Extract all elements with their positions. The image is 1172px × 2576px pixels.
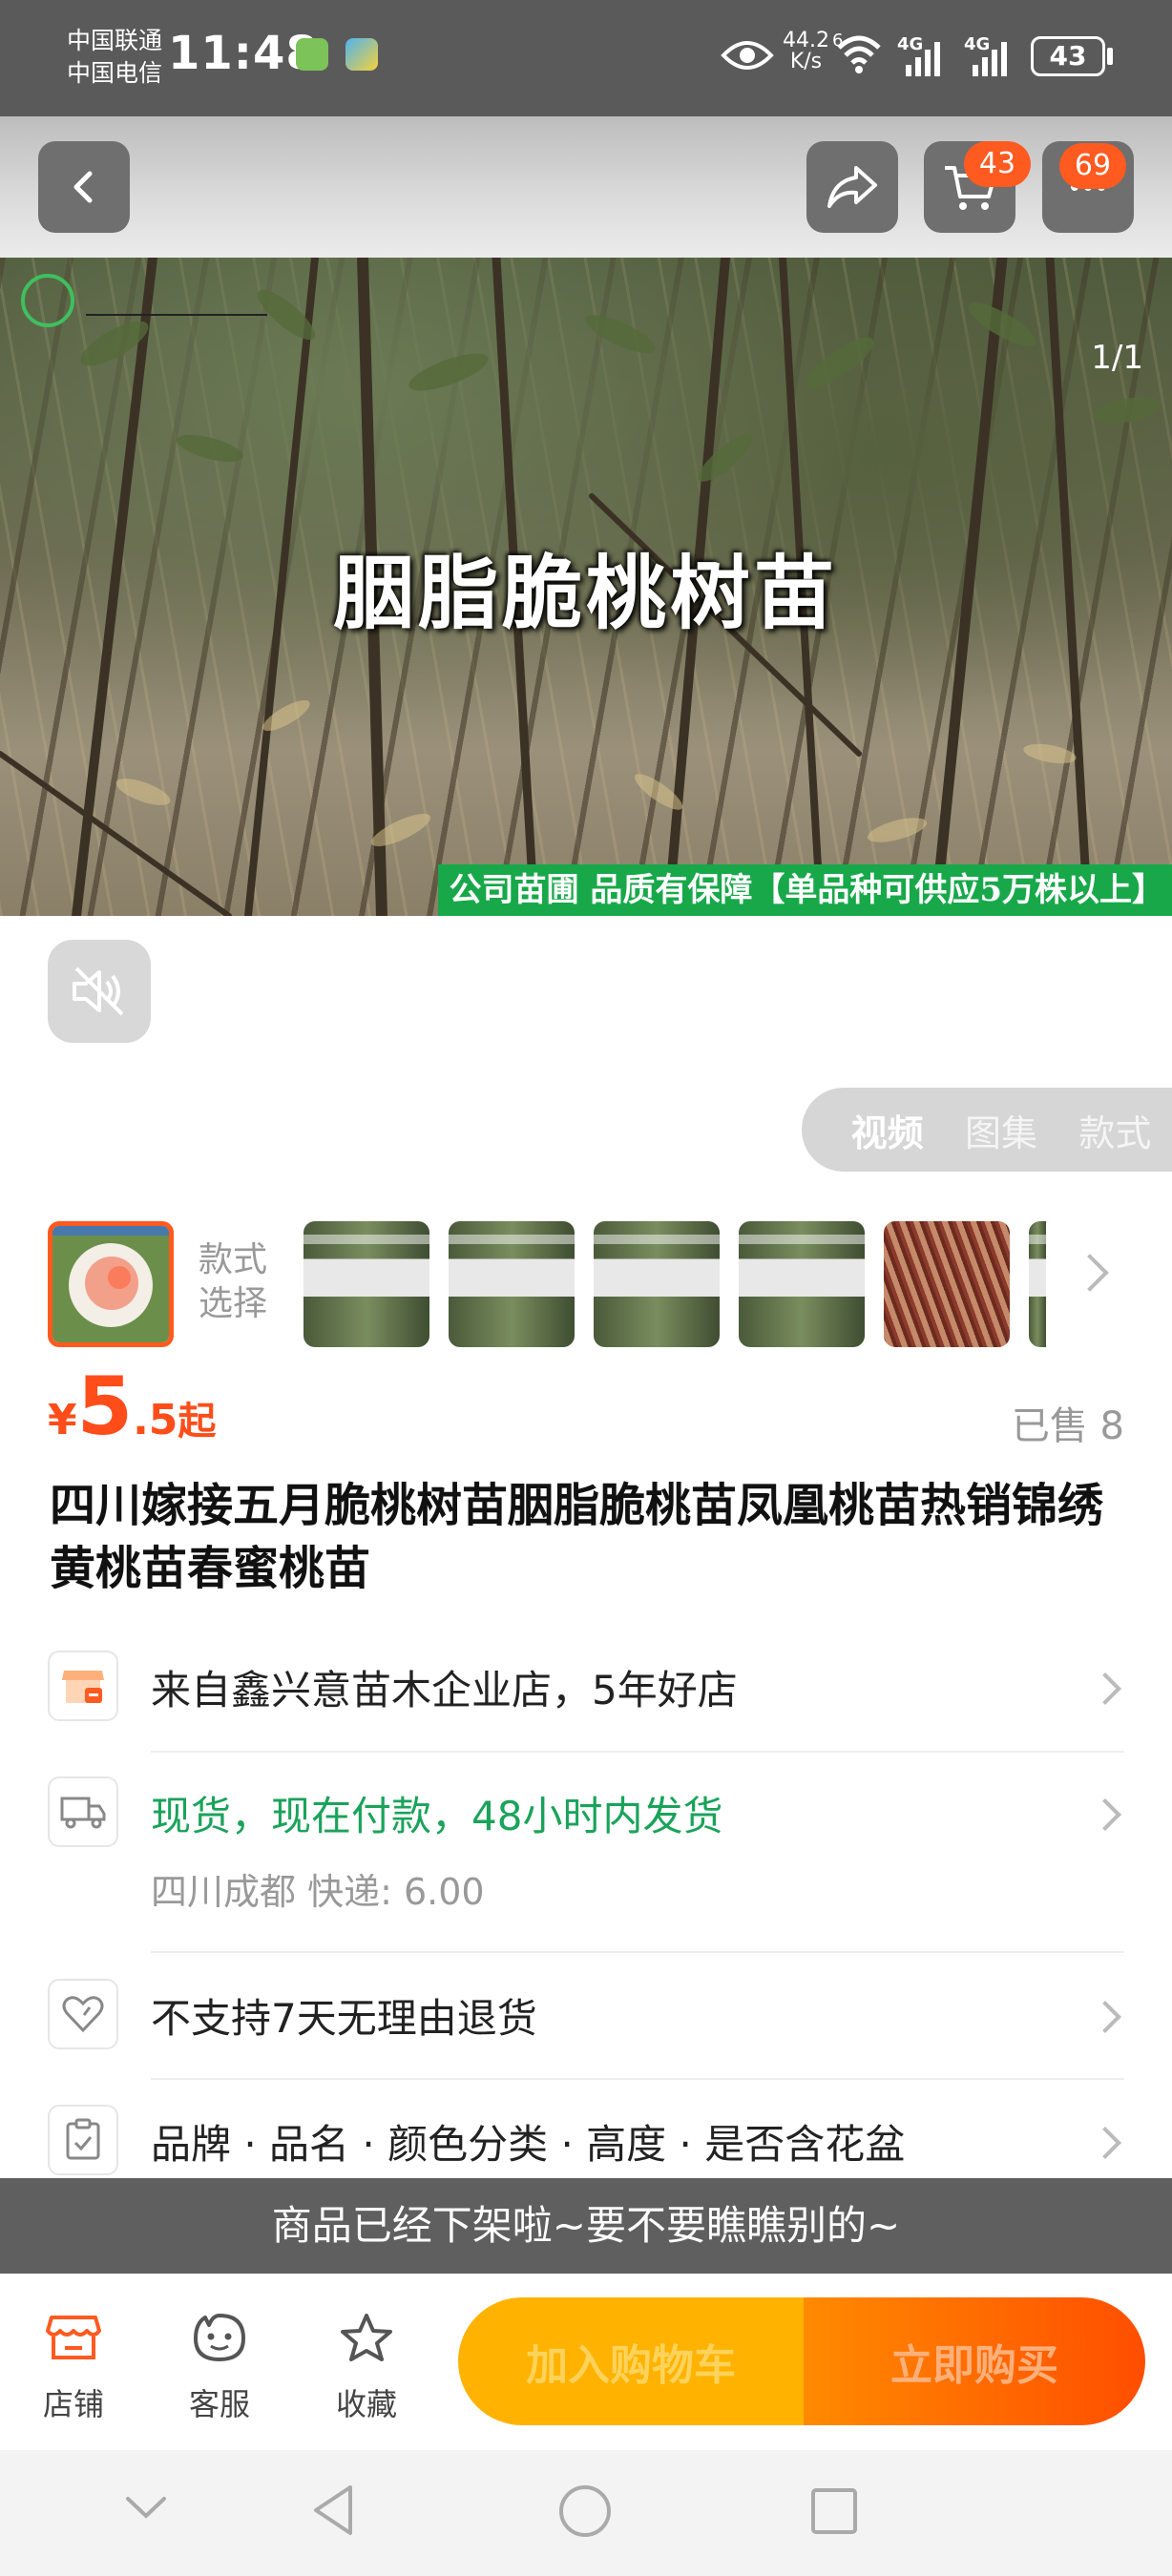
- truck-icon: [48, 1776, 118, 1847]
- variant-thumb[interactable]: [303, 1221, 429, 1347]
- hero-title: 胭脂脆桃树苗: [333, 546, 838, 640]
- price: ¥5.5起: [48, 1360, 216, 1453]
- hero-banner: 公司苗圃 品质有保障【单品种可供应5万株以上】: [437, 864, 1172, 916]
- variant-thumb-selected[interactable]: [48, 1221, 174, 1347]
- variant-thumb[interactable]: [884, 1221, 1010, 1347]
- peach-fruit-image: [52, 1226, 169, 1342]
- share-button[interactable]: [806, 141, 898, 233]
- mute-button[interactable]: [48, 940, 151, 1043]
- params-text: 品牌 · 品名 · 颜色分类 · 高度 · 是否含花盆: [151, 2121, 906, 2168]
- variant-thumb[interactable]: [449, 1221, 575, 1347]
- shop-text: 来自鑫兴意苗木企业店，5年好店: [151, 1667, 738, 1714]
- variant-thumb-partial[interactable]: [1029, 1221, 1046, 1347]
- back-triangle-icon[interactable]: [310, 2483, 356, 2537]
- divider: [151, 1751, 1124, 1753]
- variant-thumb[interactable]: [594, 1221, 720, 1347]
- shipping-origin: 四川成都 快递: 6.00: [151, 1871, 485, 1913]
- shop-row[interactable]: 来自鑫兴意苗木企业店，5年好店: [48, 1651, 1124, 1727]
- shipping-row[interactable]: 现货，现在付款，48小时内发货 四川成都 快递: 6.00: [48, 1776, 1124, 1920]
- customer-service-tab[interactable]: 客服: [172, 2312, 267, 2424]
- price-suffix: 起: [178, 1400, 217, 1444]
- shipping-text: 现货，现在付款，48小时内发货: [151, 1793, 723, 1839]
- carrier-1: 中国联通: [67, 27, 163, 54]
- chevron-right-icon: [1089, 1672, 1121, 1705]
- chevron-down-icon[interactable]: [124, 2493, 168, 2522]
- product-video[interactable]: 1/1 胭脂脆桃树苗 公司苗圃 品质有保障【单品种可供应5万株以上】: [0, 258, 1172, 916]
- back-button[interactable]: [38, 141, 130, 233]
- home-circle-icon[interactable]: [557, 2483, 613, 2539]
- app-notification-icon-2: [345, 38, 378, 71]
- tab-video[interactable]: 视频: [851, 1104, 924, 1156]
- chevron-right-icon: [1089, 2001, 1121, 2033]
- shop-tab-label: 店铺: [42, 2386, 104, 2422]
- add-to-cart-button[interactable]: 加入购物车: [458, 2297, 804, 2425]
- eye-icon: [721, 41, 774, 70]
- bottom-action-bar: 店铺 客服 收藏 加入购物车 立即购买: [0, 2274, 1172, 2450]
- chevron-right-icon[interactable]: [1071, 1254, 1109, 1292]
- app-notification-icon: [296, 38, 328, 71]
- price-integer: 5: [76, 1360, 134, 1453]
- chevron-right-icon: [1089, 2127, 1121, 2159]
- media-tabs: 视频 图集 款式: [802, 1088, 1172, 1172]
- signal-icon-2: [973, 42, 1007, 76]
- params-row[interactable]: 品牌 · 品名 · 颜色分类 · 高度 · 是否含花盆: [48, 2105, 1124, 2181]
- favorite-label: 收藏: [335, 2386, 397, 2422]
- store-icon: [48, 1651, 118, 1721]
- sold-count: 已售 8: [1011, 1404, 1124, 1448]
- product-title: 四川嫁接五月脆桃树苗胭脂脆桃苗凤凰桃苗热销锦绣黄桃苗春蜜桃苗: [50, 1479, 1104, 1595]
- off-shelf-notice: 商品已经下架啦~要不要瞧瞧别的~: [0, 2178, 1172, 2274]
- buy-now-button[interactable]: 立即购买: [804, 2297, 1145, 2425]
- cart-badge: 43: [964, 141, 1031, 187]
- net-speed-unit: K/s: [789, 50, 823, 73]
- battery-tip: [1107, 48, 1113, 65]
- message-badge: 69: [1059, 143, 1126, 189]
- image-counter: 1/1: [1091, 339, 1143, 377]
- variant-thumb[interactable]: [739, 1221, 865, 1347]
- store-icon: [46, 2316, 101, 2359]
- share-icon: [827, 166, 877, 208]
- customer-service-label: 客服: [188, 2386, 250, 2422]
- shop-tab[interactable]: 店铺: [26, 2312, 121, 2424]
- variant-select-label: 款式 选择: [199, 1238, 275, 1326]
- chat-face-icon: [194, 2314, 245, 2361]
- recents-square-icon[interactable]: [809, 2486, 859, 2536]
- signal-icon-1: [906, 42, 940, 76]
- divider: [151, 2078, 1124, 2080]
- return-policy-text: 不支持7天无理由退货: [151, 1995, 537, 2042]
- battery-icon: 43: [1031, 36, 1105, 76]
- carrier-2: 中国电信: [67, 59, 163, 87]
- chevron-right-icon: [1089, 1798, 1121, 1831]
- system-nav-bar: [0, 2450, 1172, 2576]
- divider: [151, 1951, 1124, 1953]
- variant-label-line2: 选择: [199, 1284, 268, 1323]
- price-decimal: .5: [133, 1396, 178, 1444]
- star-icon: [341, 2314, 392, 2361]
- clipboard-check-icon: [48, 2105, 118, 2175]
- return-policy-row[interactable]: 不支持7天无理由退货: [48, 1979, 1124, 2055]
- heart-icon: [48, 1979, 118, 2049]
- status-bar: 中国联通 中国电信 11:48 44.2 K/s 6 4G 4G 43: [0, 0, 1172, 116]
- variant-label-line1: 款式: [199, 1240, 268, 1279]
- wifi-label: 6: [832, 31, 844, 51]
- chevron-left-icon: [73, 171, 93, 203]
- speaker-muted-icon: [73, 966, 124, 1016]
- battery-level: 43: [1049, 40, 1087, 72]
- tab-gallery[interactable]: 图集: [965, 1104, 1037, 1156]
- price-currency: ¥: [48, 1396, 77, 1444]
- tab-styles[interactable]: 款式: [1078, 1104, 1151, 1156]
- favorite-tab[interactable]: 收藏: [319, 2312, 414, 2424]
